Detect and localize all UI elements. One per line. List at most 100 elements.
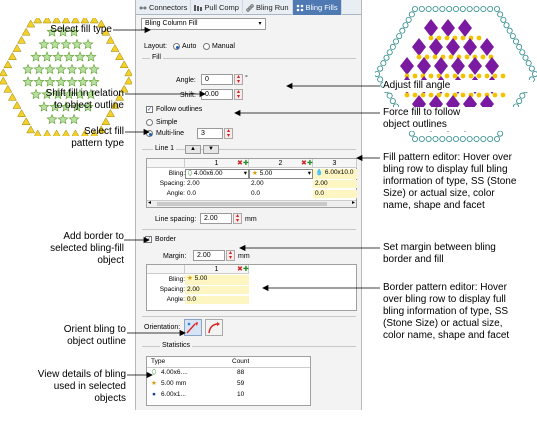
callout-line: object outlines xyxy=(383,119,447,130)
tab-connectors[interactable]: Connectors xyxy=(136,0,192,15)
spacing-cell[interactable]: 2.00 xyxy=(185,180,249,188)
shift-spinner[interactable]: ▴ ▾ xyxy=(234,89,243,100)
remove-column-icon[interactable]: ✖ xyxy=(301,159,307,167)
follow-outlines-checkbox[interactable]: ✓ xyxy=(146,106,153,113)
bling-value: 6.00x10.0 xyxy=(324,169,354,176)
next-line-button[interactable]: ▼ xyxy=(203,145,219,154)
grid-horizontal-scrollbar[interactable]: ◂ ▸ xyxy=(147,200,356,207)
triangle-bling-icon xyxy=(124,68,132,77)
remove-column-icon[interactable]: ✖ xyxy=(237,159,243,167)
table-row[interactable]: ● 6.00x1... 10 xyxy=(147,391,310,401)
multiline-radio[interactable] xyxy=(146,130,153,137)
outline-bling-icon xyxy=(439,135,446,142)
stats-header-divider xyxy=(147,367,310,368)
fill-type-select[interactable]: Bling Column Fill ▾ xyxy=(141,18,266,30)
spacing-cell[interactable]: 2.00 xyxy=(313,180,357,188)
line-label: Line 1 xyxy=(153,145,177,153)
add-column-icon[interactable]: ✚ xyxy=(307,159,313,167)
diamond-bling-icon xyxy=(451,57,465,75)
scrollbar-thumb[interactable] xyxy=(157,202,327,206)
follow-outlines-label: Follow outlines xyxy=(156,106,203,113)
fill-pattern-grid[interactable]: 1 2 3 ✖ ✚ ✖ ✚ Bling: Spacing: Angle: ⬯ 4… xyxy=(146,158,357,208)
border-pattern-grid[interactable]: 1 ✖ ✚ Bling: Spacing: Angle: ★ 5.00 2.00… xyxy=(146,264,357,311)
star-bling-icon xyxy=(71,38,83,50)
stats-count: 59 xyxy=(237,380,245,387)
triangle-bling-icon xyxy=(21,27,31,36)
yellow-bling-icon xyxy=(492,92,498,98)
line-spacing-input[interactable]: 2.00 xyxy=(200,213,232,224)
multiline-count-input[interactable]: 3 xyxy=(197,128,223,139)
yellow-bling-icon xyxy=(424,54,430,60)
bling-select-3[interactable]: 💧 6.00x10.0 xyxy=(313,169,357,179)
margin-spinner[interactable]: ▴ ▾ xyxy=(226,250,235,261)
bling-select-1[interactable]: ⬯ 4.00x6.00 ▾ xyxy=(185,169,249,179)
tab-bling-fills[interactable]: Bling Fills xyxy=(292,0,342,15)
outline-bling-icon xyxy=(375,71,380,77)
scroll-right-icon[interactable]: ▸ xyxy=(352,199,355,206)
outline-bling-icon xyxy=(377,76,384,83)
margin-input[interactable]: 2.00 xyxy=(193,250,225,261)
simple-radio[interactable] xyxy=(146,119,153,126)
star-bling-icon xyxy=(77,63,89,75)
outline-bling-icon xyxy=(399,27,406,34)
orient-fixed-button[interactable] xyxy=(205,319,223,336)
row-label-bling: Bling: xyxy=(168,170,185,177)
line-spacing-spinner[interactable]: ▴ ▾ xyxy=(233,213,242,224)
outline-bling-icon xyxy=(516,43,523,50)
callout-line: selected bling-fill xyxy=(50,243,124,254)
triangle-bling-icon xyxy=(42,18,52,24)
table-row[interactable]: ⬯ 4.00x6.... 88 xyxy=(147,369,310,379)
yellow-bling-icon xyxy=(416,54,422,60)
outline-bling-icon xyxy=(408,130,415,137)
layout-auto-radio[interactable] xyxy=(173,43,180,50)
outline-bling-icon xyxy=(506,27,513,34)
table-row[interactable]: ★ 5.00 mm 59 xyxy=(147,380,310,390)
statistics-group-title: Statistics xyxy=(160,342,193,350)
border-checkbox[interactable]: ✓ xyxy=(145,236,152,243)
star-bling-icon xyxy=(30,51,42,62)
border-divider xyxy=(142,229,356,230)
orient-to-outline-button[interactable] xyxy=(184,319,202,336)
star-bling-icon xyxy=(38,38,50,50)
previous-line-button[interactable]: ▲ xyxy=(185,145,201,154)
callout-text: Adjust fill angle xyxy=(383,80,451,91)
layout-label: Layout: xyxy=(144,43,167,50)
stats-header-count: Count xyxy=(232,358,250,365)
triangle-bling-icon xyxy=(89,18,99,24)
fill-group-title: Fill xyxy=(150,54,163,62)
star-bling-icon: ★ xyxy=(151,380,157,387)
layout-manual-radio[interactable] xyxy=(203,43,210,50)
spacing-cell[interactable]: 2.00 xyxy=(185,286,249,294)
multiline-spinner[interactable]: ▴ ▾ xyxy=(224,128,233,139)
scroll-left-icon[interactable]: ◂ xyxy=(148,199,151,206)
angle-cell[interactable]: 0.0 xyxy=(185,296,249,304)
tab-pull-comp[interactable]: Pull Comp xyxy=(191,0,243,15)
callout-line: color name, shape and facet xyxy=(383,330,510,341)
column-number: 3 xyxy=(332,160,337,167)
statistics-table[interactable]: Type Count ⬯ 4.00x6.... 88 ★ 5.00 mm 59 … xyxy=(146,356,311,406)
add-column-icon[interactable]: ✚ xyxy=(243,159,249,167)
angle-cell[interactable]: 0.0 xyxy=(249,190,313,198)
callout-line: object xyxy=(97,255,124,266)
remove-column-icon[interactable]: ✖ xyxy=(237,265,243,273)
star-bling-icon xyxy=(68,113,80,125)
star-bling-icon xyxy=(55,63,67,75)
border-bling-select[interactable]: ★ 5.00 xyxy=(185,275,249,285)
angle-spinner[interactable]: ▴ ▾ xyxy=(234,74,243,85)
angle-cell[interactable]: 0.0 xyxy=(313,190,357,198)
angle-cell[interactable]: 0.0 xyxy=(185,190,249,198)
bling-select-2[interactable]: ★ 5.00 ▾ xyxy=(249,169,313,179)
yellow-bling-icon xyxy=(476,35,482,41)
yellow-bling-icon xyxy=(444,73,450,79)
angle-input[interactable]: 0 xyxy=(201,74,233,85)
triangle-bling-icon xyxy=(33,18,43,24)
triangle-bling-icon xyxy=(80,18,90,24)
outline-bling-icon xyxy=(412,6,419,12)
shift-input[interactable]: 0.00 xyxy=(201,89,233,100)
spacing-cell[interactable]: 2.00 xyxy=(249,180,313,188)
tab-label: Pull Comp xyxy=(204,3,239,12)
tab-bling-run[interactable]: Bling Run xyxy=(243,0,293,15)
bling-fills-icon xyxy=(296,4,304,12)
callout-line: name, shape and facet xyxy=(383,200,485,211)
add-column-icon[interactable]: ✚ xyxy=(243,265,249,273)
